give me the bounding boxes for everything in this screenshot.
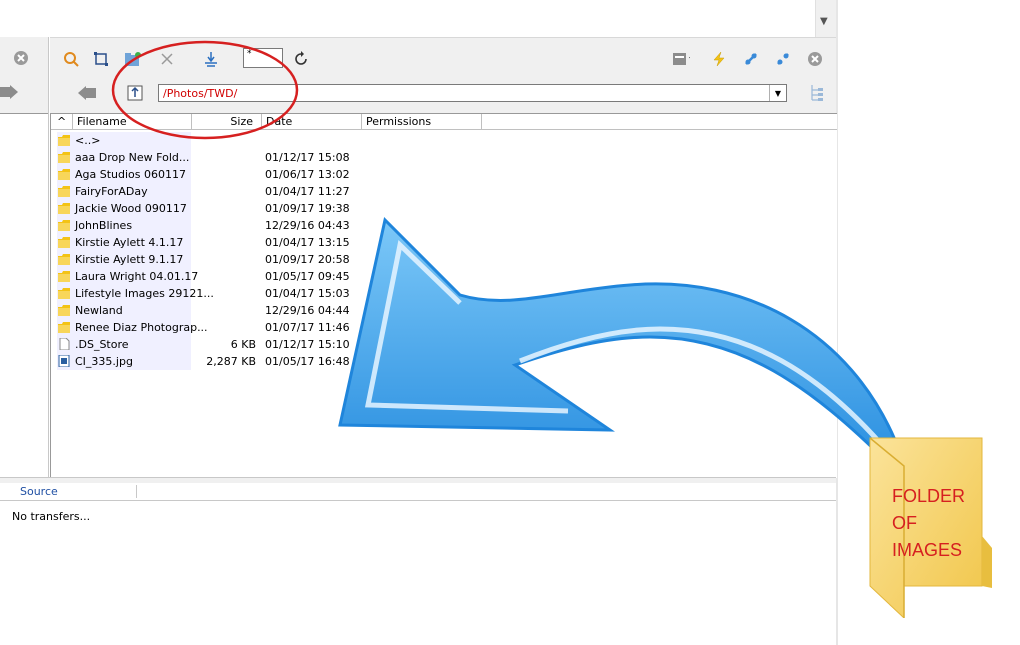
file-name[interactable]: Kirstie Aylett 9.1.17 [75, 253, 183, 266]
folder-icon [58, 321, 70, 333]
file-name[interactable]: Aga Studios 060117 [75, 168, 186, 181]
top-blank-area [0, 0, 815, 37]
file-name[interactable]: Laura Wright 04.01.17 [75, 270, 198, 283]
file-name[interactable]: aaa Drop New Fold... [75, 151, 189, 164]
folder-label: FOLDER OF IMAGES [892, 483, 965, 564]
connect-icon[interactable] [742, 50, 760, 68]
column-header-filler [482, 114, 837, 130]
file-name[interactable]: .DS_Store [75, 338, 129, 351]
disconnect-icon[interactable] [774, 50, 792, 68]
close-icon[interactable] [806, 50, 824, 68]
file-name[interactable]: JohnBlines [75, 219, 132, 232]
file-name[interactable]: Renee Diaz Photograp... [75, 321, 208, 334]
folder-icon [58, 219, 70, 231]
folder-label-line: FOLDER [892, 486, 966, 506]
file-date: 01/06/17 13:02 [265, 168, 350, 181]
chevron-down-icon[interactable]: ▼ [769, 85, 786, 101]
scroll-down-icon[interactable]: ▼ [820, 16, 828, 27]
image-file-icon [58, 354, 70, 368]
file-name[interactable]: FairyForADay [75, 185, 148, 198]
search-icon[interactable] [62, 50, 80, 68]
folder-label-line: OF [892, 513, 917, 533]
file-date: 01/09/17 19:38 [265, 202, 350, 215]
file-date: 01/12/17 15:08 [265, 151, 350, 164]
file-name[interactable]: Jackie Wood 090117 [75, 202, 187, 215]
folder-icon [58, 236, 70, 248]
close-icon[interactable] [12, 49, 30, 67]
table-row[interactable]: aaa Drop New Fold... 01/12/17 15:08 [51, 149, 837, 166]
folder-label-line: IMAGES [892, 540, 963, 560]
file-name[interactable]: Kirstie Aylett 4.1.17 [75, 236, 183, 249]
curved-arrow-icon [338, 217, 897, 469]
transfer-queue-header: Source [0, 483, 836, 501]
file-name[interactable]: CI_335.jpg [75, 355, 133, 368]
folder-icon [58, 253, 70, 265]
folder-icon [58, 287, 70, 299]
column-header-permissions[interactable]: Permissions [362, 114, 482, 130]
top-scrollbar[interactable]: ▼ [815, 0, 836, 37]
file-icon [58, 337, 70, 351]
back-icon[interactable] [78, 84, 96, 102]
folder-icon [58, 185, 70, 197]
annotation-circle [111, 40, 299, 140]
file-name[interactable]: <..> [75, 134, 100, 147]
folder-icon [58, 168, 70, 180]
tree-view-icon[interactable] [808, 84, 826, 102]
folder-icon [58, 304, 70, 316]
folder-icon [58, 151, 70, 163]
file-name[interactable]: Lifestyle Images 29121... [75, 287, 214, 300]
table-row[interactable]: FairyForADay 01/04/17 11:27 [51, 183, 837, 200]
folder-icon [58, 202, 70, 214]
forward-icon[interactable] [0, 83, 18, 101]
folder-icon [58, 134, 70, 146]
folder-icon [58, 270, 70, 282]
sort-indicator[interactable]: ^ [51, 114, 73, 130]
column-header-source[interactable]: Source [20, 485, 58, 498]
local-file-list[interactable] [0, 113, 48, 478]
column-divider [136, 485, 137, 498]
transfer-queue-empty: No transfers... [12, 510, 91, 523]
file-size: 2,287 KB [206, 355, 256, 368]
select-icon[interactable] [92, 50, 110, 68]
file-size: 6 KB [230, 338, 256, 351]
file-date: 01/04/17 11:27 [265, 185, 350, 198]
server-icon[interactable] [672, 50, 690, 68]
table-row[interactable]: Aga Studios 060117 01/06/17 13:02 [51, 166, 837, 183]
lightning-icon[interactable] [710, 50, 728, 68]
file-name[interactable]: Newland [75, 304, 123, 317]
